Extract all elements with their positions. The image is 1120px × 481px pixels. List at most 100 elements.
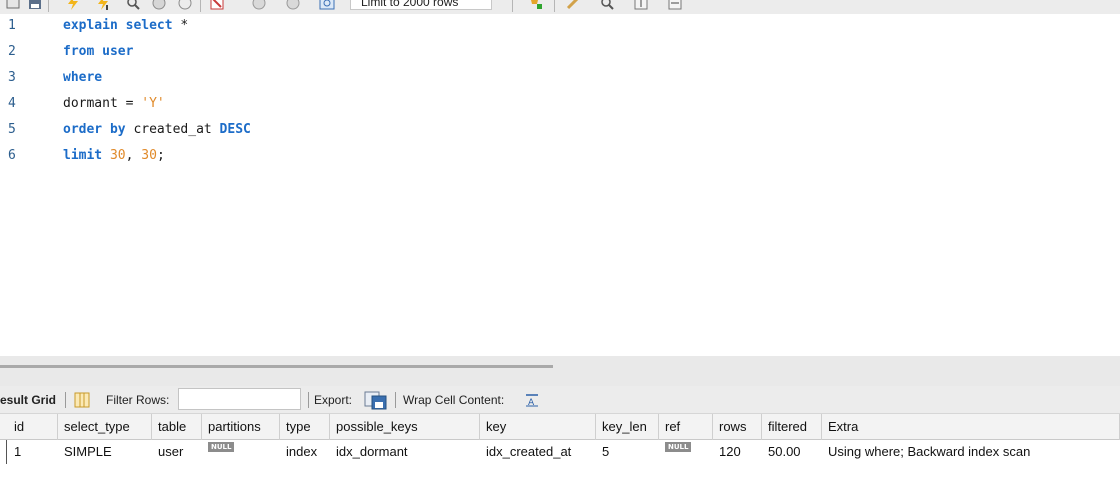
result-toolbar: esult Grid Filter Rows: Export: Wrap Cel… (0, 386, 1120, 414)
cell-possible-keys[interactable]: idx_dormant (330, 440, 480, 464)
cell-extra[interactable]: Using where; Backward index scan (822, 440, 1120, 464)
code-line[interactable]: 3 where (0, 70, 1120, 96)
code-token: 30 (109, 148, 126, 163)
export-label: Export: (314, 393, 353, 407)
code-text: explain select * (63, 18, 188, 33)
toolbar-separator (48, 0, 49, 12)
pane-splitter[interactable] (0, 365, 553, 368)
code-text: from user (63, 44, 133, 59)
column-header-table[interactable]: table (152, 414, 202, 440)
toolbar-separator (65, 392, 66, 408)
cell-key[interactable]: idx_created_at (480, 440, 596, 464)
toggle-icon[interactable] (176, 0, 194, 12)
code-text: order by created_at DESC (63, 122, 251, 137)
export-icon[interactable] (364, 386, 388, 414)
column-header-key[interactable]: key (480, 414, 596, 440)
code-token: from user (63, 44, 134, 59)
null-badge: NULL (208, 442, 235, 452)
null-badge: NULL (665, 442, 692, 452)
table-row[interactable]: 1 SIMPLE user NULL index idx_dormant idx_creat… (0, 440, 1120, 464)
toolbar-separator (554, 0, 555, 12)
cell-filtered[interactable]: 50.00 (762, 440, 822, 464)
line-number: 4 (8, 96, 16, 111)
code-token: 30 (141, 148, 157, 163)
lightning-icon[interactable] (64, 0, 82, 12)
limit-rows-select[interactable]: Limit to 2000 rows (350, 0, 492, 10)
lightning-cursor-icon[interactable] (94, 0, 112, 12)
cell-select-type[interactable]: SIMPLE (58, 440, 152, 464)
wrap-cell-content-icon[interactable]: A (524, 386, 540, 414)
code-line[interactable]: 1 explain select * (0, 18, 1120, 44)
code-token: ; (156, 148, 165, 163)
filter-rows-label: Filter Rows: (106, 393, 170, 407)
cell-type[interactable]: index (280, 440, 330, 464)
editor-toolbar: Limit to 2000 rows (0, 0, 1120, 14)
column-header-ref[interactable]: ref (659, 414, 713, 440)
sql-editor[interactable]: 1 explain select * 2 from user 3 where 4 dorman… (0, 14, 1120, 356)
column-header-filtered[interactable]: filtered (762, 414, 822, 440)
save-icon[interactable] (26, 0, 44, 12)
brush-icon[interactable] (564, 0, 582, 12)
code-token: explain select (63, 18, 173, 33)
cell-id[interactable]: 1 (8, 440, 58, 464)
beautify-icon[interactable] (526, 0, 544, 12)
result-grid: id select_type table partitions type possible… (0, 414, 1120, 481)
commit-icon[interactable] (250, 0, 268, 12)
code-line[interactable]: 6 limit 30, 30; (0, 148, 1120, 174)
line-number: 5 (8, 122, 16, 137)
column-header-id[interactable]: id (8, 414, 58, 440)
line-number: 1 (8, 18, 16, 33)
rollback-icon[interactable] (284, 0, 302, 12)
stop-icon[interactable] (150, 0, 168, 12)
new-tab-icon[interactable] (4, 0, 22, 12)
toolbar-separator (395, 392, 396, 408)
cell-table[interactable]: user (152, 440, 202, 464)
code-text: limit 30, 30; (63, 148, 165, 163)
grid-header: id select_type table partitions type possible… (0, 414, 1120, 440)
column-header-rows[interactable]: rows (713, 414, 762, 440)
cell-partitions[interactable]: NULL (202, 440, 280, 464)
code-line[interactable]: 2 from user (0, 44, 1120, 70)
column-header-key-len[interactable]: key_len (596, 414, 659, 440)
row-selector[interactable] (0, 440, 7, 464)
cell-rows[interactable]: 120 (713, 440, 762, 464)
column-header-select-type[interactable]: select_type (58, 414, 152, 440)
code-token: dormant = (63, 96, 142, 111)
magnifier-icon[interactable] (124, 0, 142, 12)
wrap-cell-content-label: Wrap Cell Content: (403, 393, 505, 407)
column-header-extra[interactable]: Extra (822, 414, 1120, 440)
line-number: 6 (8, 148, 16, 163)
code-token: DESC (219, 122, 251, 137)
cell-ref[interactable]: NULL (659, 440, 713, 464)
column-header-type[interactable]: type (280, 414, 330, 440)
column-header-partitions[interactable]: partitions (202, 414, 280, 440)
cancel-icon[interactable] (208, 0, 226, 12)
toolbar-separator (308, 392, 309, 408)
code-token: created_at (125, 122, 220, 137)
toolbar-separator (512, 0, 513, 12)
code-text: dormant = 'Y' (63, 96, 165, 111)
code-token: 'Y' (141, 96, 165, 111)
code-token: limit (63, 148, 103, 163)
invisible-chars-icon[interactable] (632, 0, 650, 12)
code-line[interactable]: 5 order by created_at DESC (0, 122, 1120, 148)
code-token: order by (63, 122, 126, 137)
column-header-possible-keys[interactable]: possible_keys (330, 414, 480, 440)
grid-layout-icon[interactable] (74, 386, 90, 414)
code-token: where (63, 70, 103, 85)
wrap-icon[interactable] (666, 0, 684, 12)
code-token: * (172, 18, 189, 33)
code-token: , (125, 148, 142, 163)
result-grid-tab[interactable]: esult Grid (0, 386, 56, 414)
refresh-icon[interactable] (318, 0, 336, 12)
cell-key-len[interactable]: 5 (596, 440, 659, 464)
filter-rows-input[interactable] (178, 388, 301, 410)
line-number: 3 (8, 70, 16, 85)
pane-divider-area (0, 356, 1120, 386)
code-text: where (63, 70, 102, 85)
search-icon[interactable] (598, 0, 616, 12)
code-line[interactable]: 4 dormant = 'Y' (0, 96, 1120, 122)
line-number: 2 (8, 44, 16, 59)
toolbar-separator (200, 0, 201, 12)
